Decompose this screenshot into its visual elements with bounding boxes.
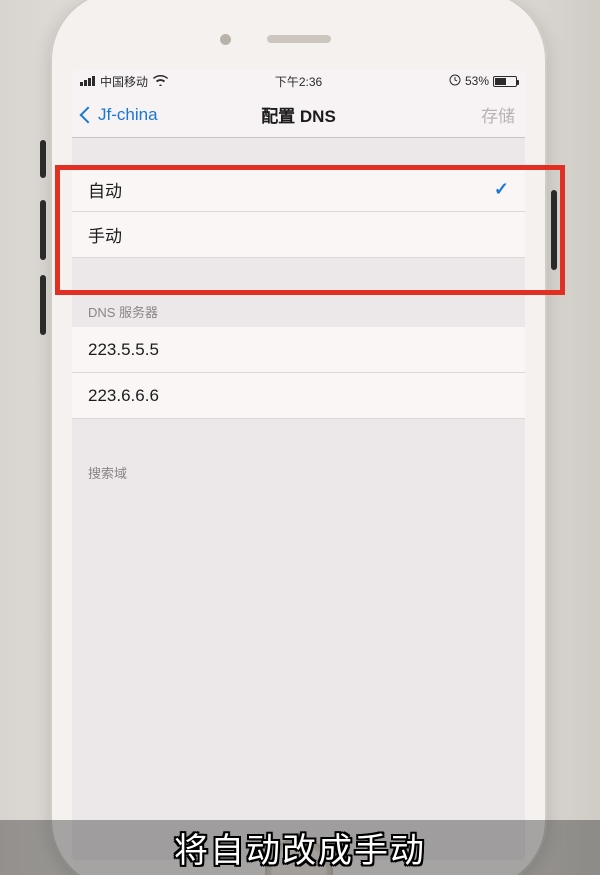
phone-frame: 中国移动 下午2:36 53% Jf-china 配置 DNS 存储 [50, 0, 547, 875]
power-button [551, 190, 557, 270]
subtitle-overlay: 将自动改成手动 [0, 820, 600, 875]
cell-signal-icon [80, 76, 95, 86]
search-domains-header: 搜索域 [72, 455, 525, 488]
save-button[interactable]: 存储 [481, 102, 515, 127]
dns-mode-auto-label: 自动 [88, 177, 122, 202]
dns-servers-header: DNS 服务器 [72, 294, 525, 327]
dns-mode-auto-row[interactable]: 自动 ✓ [72, 166, 525, 212]
dns-servers-group: DNS 服务器 223.5.5.5 223.6.6.6 [72, 294, 525, 419]
dns-mode-manual-row[interactable]: 手动 [72, 212, 525, 258]
volume-down-button [40, 275, 46, 335]
clock-label: 下午2:36 [275, 73, 322, 90]
volume-up-button [40, 200, 46, 260]
battery-icon [493, 76, 517, 87]
back-button[interactable]: Jf-china [82, 105, 158, 125]
nav-bar: Jf-china 配置 DNS 存储 [72, 92, 525, 138]
rotation-lock-icon [449, 74, 461, 89]
mute-switch [40, 140, 46, 178]
dns-mode-group: 自动 ✓ 手动 [72, 166, 525, 258]
dns-server-row[interactable]: 223.5.5.5 [72, 327, 525, 373]
carrier-label: 中国移动 [100, 73, 148, 90]
back-label: Jf-china [98, 105, 158, 125]
front-camera [220, 34, 231, 45]
content-area: 自动 ✓ 手动 DNS 服务器 223.5.5.5 223.6.6.6 搜索域 [72, 138, 525, 860]
earpiece-speaker [267, 35, 331, 43]
chevron-left-icon [80, 106, 97, 123]
dns-server-row[interactable]: 223.6.6.6 [72, 373, 525, 419]
search-domains-group: 搜索域 [72, 455, 525, 488]
dns-mode-manual-label: 手动 [88, 222, 122, 247]
wifi-icon [153, 75, 168, 88]
battery-pct-label: 53% [465, 74, 489, 88]
checkmark-icon: ✓ [494, 179, 509, 200]
subtitle-text: 将自动改成手动 [174, 823, 426, 872]
status-bar: 中国移动 下午2:36 53% [72, 70, 525, 92]
page-title: 配置 DNS [261, 102, 336, 127]
screen: 中国移动 下午2:36 53% Jf-china 配置 DNS 存储 [72, 70, 525, 860]
dns-server-value: 223.5.5.5 [88, 340, 159, 360]
dns-server-value: 223.6.6.6 [88, 386, 159, 406]
